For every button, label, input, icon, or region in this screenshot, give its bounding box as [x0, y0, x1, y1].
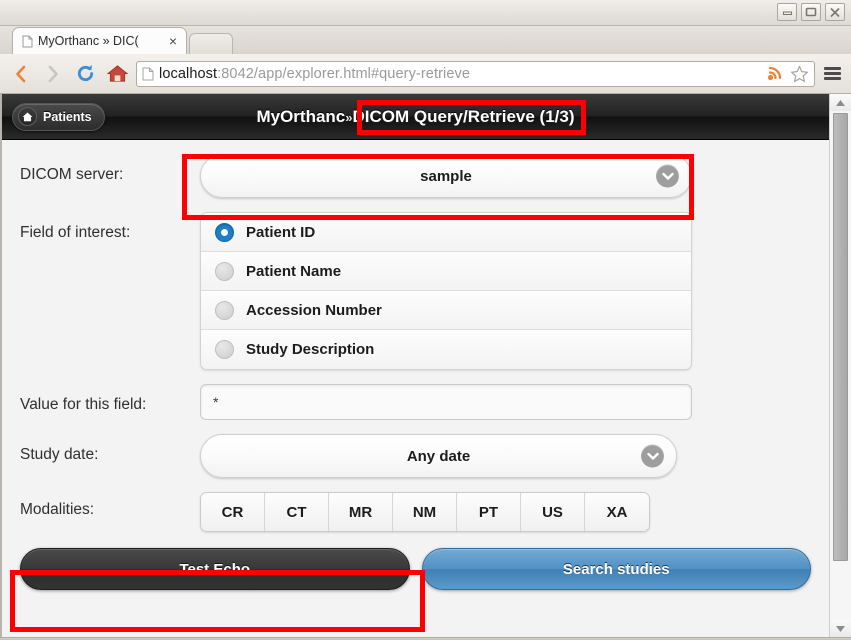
value-field-value: *: [213, 394, 219, 410]
page-viewport: Patients MyOrthanc»DICOM Query/Retrieve …: [0, 94, 851, 637]
scrollbar-thumb[interactable]: [833, 113, 848, 561]
home-icon: [22, 112, 33, 121]
radio-unselected-icon: [215, 340, 234, 359]
study-date-value: Any date: [406, 447, 471, 465]
modality-button-cr[interactable]: CR: [201, 493, 265, 531]
reload-icon: [77, 65, 93, 82]
home-icon-circle: [18, 107, 37, 126]
triangle-down-icon: [836, 625, 845, 632]
minimize-icon: [782, 11, 792, 15]
triangle-up-icon: [836, 99, 845, 106]
dicom-server-label: DICOM server:: [20, 166, 124, 183]
field-of-interest-radio-group: Patient ID Patient Name Accession Number: [200, 212, 692, 370]
scroll-down-button[interactable]: [830, 620, 851, 637]
dicom-server-select[interactable]: sample: [200, 154, 692, 198]
dicom-server-value: sample: [420, 167, 472, 185]
url-text: localhost:8042/app/explorer.html#query-r…: [159, 66, 762, 82]
test-echo-button[interactable]: Test Echo: [20, 548, 410, 590]
radio-option-label: Accession Number: [246, 301, 382, 319]
modality-button-xa[interactable]: XA: [585, 493, 649, 531]
search-studies-button[interactable]: Search studies: [421, 548, 811, 590]
minimize-button[interactable]: [777, 3, 797, 21]
page-title: MyOrthanc»DICOM Query/Retrieve (1/3): [2, 107, 829, 127]
browser-tab[interactable]: MyOrthanc » DIC( ×: [12, 27, 187, 54]
field-of-interest-label: Field of interest:: [20, 224, 131, 241]
chevron-down-icon: [656, 164, 679, 188]
chevron-down-glyph: [646, 452, 659, 460]
home-icon: [106, 65, 128, 82]
radio-option-patient-name[interactable]: Patient Name: [201, 252, 691, 291]
scroll-up-button[interactable]: [830, 94, 851, 111]
window-controls: [777, 3, 845, 21]
url-host: localhost: [159, 65, 218, 82]
patients-button[interactable]: Patients: [12, 102, 105, 131]
modality-button-us[interactable]: US: [521, 493, 585, 531]
radio-selected-icon: [215, 222, 234, 242]
page-favicon-icon: [22, 35, 33, 47]
query-retrieve-form: DICOM server: sample Field of interest: …: [2, 140, 829, 590]
value-field-input[interactable]: *: [200, 384, 692, 420]
page-title-prefix: MyOrthanc: [256, 106, 346, 126]
forward-arrow-icon: [48, 65, 58, 82]
tab-strip: MyOrthanc » DIC( ×: [0, 26, 851, 54]
radio-option-label: Patient ID: [246, 223, 316, 241]
back-button[interactable]: [8, 61, 34, 87]
home-button[interactable]: [104, 61, 130, 87]
value-field-label: Value for this field:: [20, 396, 147, 413]
url-bar-icons: [767, 65, 809, 83]
scrollbar-track[interactable]: [830, 111, 851, 620]
chevron-down-icon: [641, 444, 664, 468]
browser-toolbar: localhost:8042/app/explorer.html#query-r…: [0, 54, 851, 94]
radio-option-accession-number[interactable]: Accession Number: [201, 291, 691, 330]
row-value-field: Value for this field: *: [2, 384, 829, 420]
modalities-label: Modalities:: [20, 501, 95, 518]
page-title-current: DICOM Query/Retrieve (1/3): [352, 106, 575, 126]
radio-unselected-icon: [215, 300, 234, 320]
browser-menu-button[interactable]: [821, 61, 843, 87]
star-bookmark-icon[interactable]: [790, 65, 809, 83]
page-scrollbar[interactable]: [829, 94, 851, 637]
study-date-select[interactable]: Any date: [200, 434, 677, 478]
close-button[interactable]: [825, 3, 845, 21]
form-actions: Test Echo Search studies: [2, 542, 829, 590]
back-arrow-icon: [16, 65, 26, 82]
radio-unselected-icon: [215, 261, 234, 281]
forward-button: [40, 61, 66, 87]
reload-button[interactable]: [72, 61, 98, 87]
modality-button-nm[interactable]: NM: [393, 493, 457, 531]
row-field-of-interest: Field of interest: Patient ID Patient Na…: [2, 212, 829, 370]
browser-window: MyOrthanc » DIC( × localhost:8042/app/ex…: [0, 0, 851, 640]
row-modalities: Modalities: CR CT MR NM PT US XA: [2, 492, 829, 532]
radio-option-patient-id[interactable]: Patient ID: [201, 213, 691, 252]
modality-button-ct[interactable]: CT: [265, 493, 329, 531]
radio-option-study-description[interactable]: Study Description: [201, 330, 691, 369]
page-icon: [142, 67, 154, 80]
chevron-down-glyph: [661, 172, 674, 180]
radio-option-label: Study Description: [246, 341, 375, 358]
orthanc-app: Patients MyOrthanc»DICOM Query/Retrieve …: [2, 94, 829, 637]
page-title-separator: »: [345, 109, 353, 125]
hamburger-menu-icon: [823, 65, 841, 82]
modality-button-mr[interactable]: MR: [329, 493, 393, 531]
url-bar[interactable]: localhost:8042/app/explorer.html#query-r…: [136, 60, 815, 87]
rss-feed-icon[interactable]: [767, 65, 786, 82]
patients-button-label: Patients: [43, 109, 92, 124]
modality-button-pt[interactable]: PT: [457, 493, 521, 531]
maximize-button[interactable]: [801, 3, 821, 21]
maximize-icon: [805, 7, 817, 17]
row-study-date: Study date: Any date: [2, 434, 829, 478]
study-date-label: Study date:: [20, 446, 99, 463]
modalities-button-group: CR CT MR NM PT US XA: [200, 492, 650, 532]
radio-option-label: Patient Name: [246, 262, 342, 280]
row-dicom-server: DICOM server: sample: [2, 154, 829, 198]
new-tab-button[interactable]: [189, 33, 233, 54]
tab-title: MyOrthanc » DIC(: [38, 34, 139, 48]
url-path: :8042/app/explorer.html#query-retrieve: [217, 65, 470, 82]
tab-close-button[interactable]: ×: [166, 34, 180, 48]
close-icon: [830, 7, 840, 17]
app-header: Patients MyOrthanc»DICOM Query/Retrieve …: [2, 94, 829, 140]
window-titlebar: [0, 0, 851, 26]
